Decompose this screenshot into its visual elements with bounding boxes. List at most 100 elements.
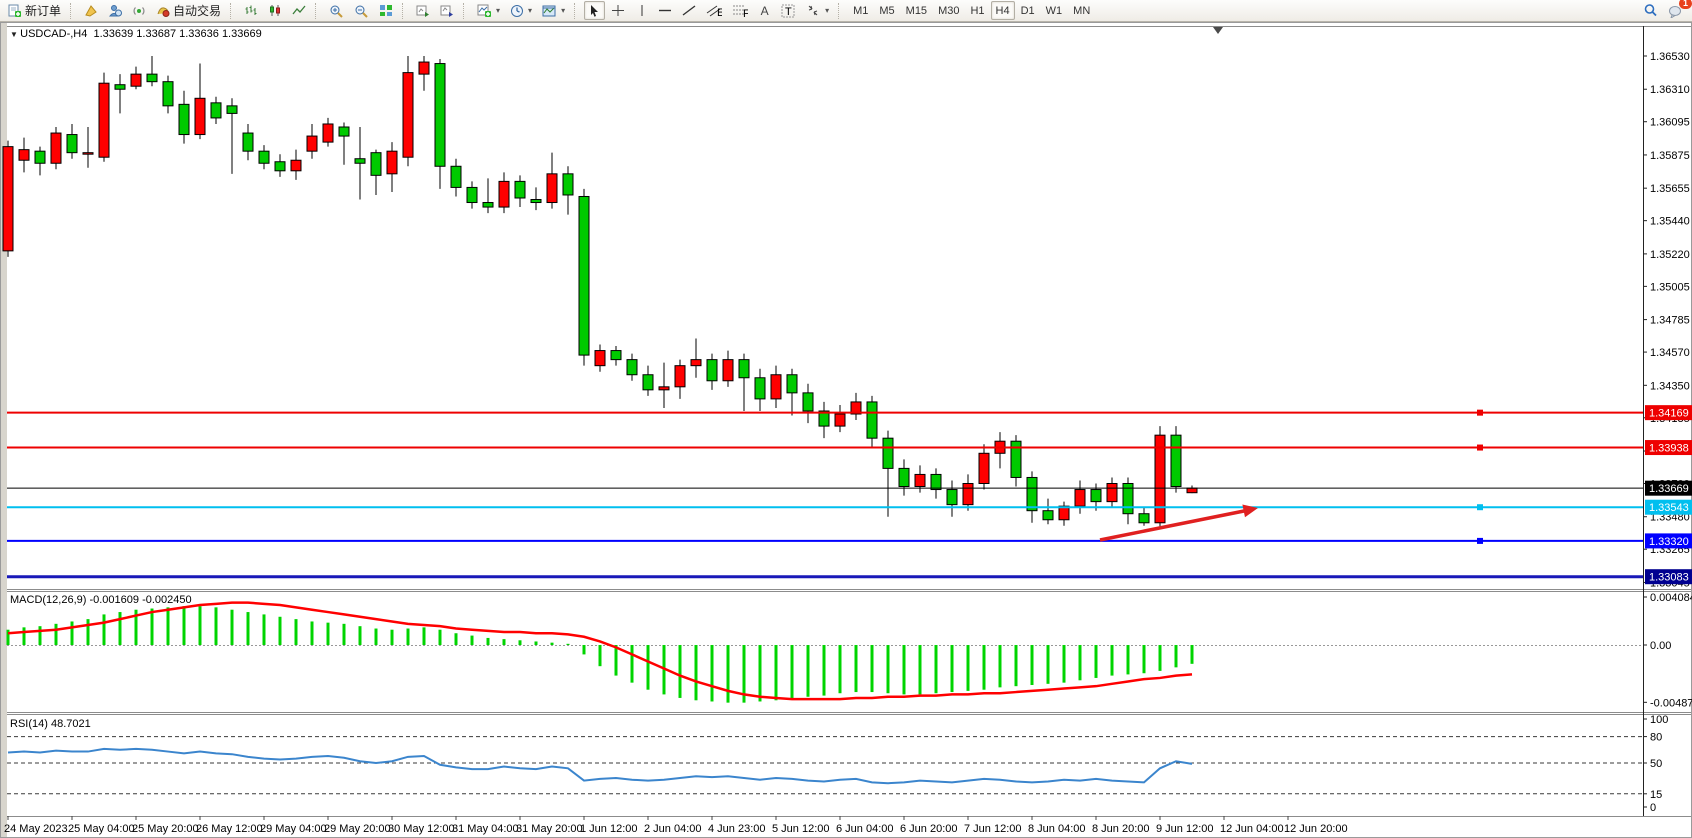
time-tick-label: 12 Jun 20:00 bbox=[1284, 823, 1348, 835]
time-tick-label: 12 Jun 04:00 bbox=[1220, 823, 1284, 835]
new-order-button[interactable]: 新订单 bbox=[4, 1, 65, 20]
candlestick bbox=[307, 136, 317, 151]
template-icon bbox=[542, 4, 557, 18]
timeframe-h4[interactable]: H4 bbox=[991, 1, 1015, 20]
timeframe-m1[interactable]: M1 bbox=[848, 1, 873, 20]
signals-button[interactable] bbox=[128, 1, 150, 20]
price-badge-label: 1.33543 bbox=[1649, 502, 1689, 514]
candlestick bbox=[339, 127, 349, 136]
templates-button[interactable]: ▾ bbox=[538, 1, 569, 20]
time-tick-label: 1 Jun 12:00 bbox=[580, 823, 638, 835]
candlestick bbox=[19, 150, 29, 161]
fibonacci-icon: F bbox=[732, 4, 748, 17]
candlestick bbox=[35, 151, 45, 163]
candlestick bbox=[867, 402, 877, 438]
time-tick-label: 8 Jun 20:00 bbox=[1092, 823, 1150, 835]
add-indicator-button[interactable]: ▾ bbox=[473, 1, 504, 20]
profile-button[interactable] bbox=[104, 1, 126, 20]
step-forward-button[interactable] bbox=[436, 1, 458, 20]
zoom-out-button[interactable] bbox=[350, 1, 373, 20]
symbol-dropdown-arrow[interactable]: ▼ bbox=[10, 30, 20, 39]
cursor-tool-button[interactable] bbox=[584, 1, 605, 20]
arrows-tool-button[interactable]: ▾ bbox=[802, 1, 833, 20]
candlestick bbox=[515, 181, 525, 198]
rsi-indicator-label: RSI(14) 48.7021 bbox=[10, 718, 91, 730]
timeframe-d1[interactable]: D1 bbox=[1016, 1, 1040, 20]
hline-tool-button[interactable] bbox=[654, 1, 676, 20]
search-icon bbox=[1643, 3, 1658, 18]
line-chart-button[interactable] bbox=[288, 1, 310, 20]
add-indicator-icon bbox=[477, 4, 492, 18]
autotrading-button[interactable]: 自动交易 bbox=[152, 1, 225, 20]
candlestick bbox=[179, 104, 189, 134]
timeframe-m15[interactable]: M15 bbox=[901, 1, 932, 20]
chart-step-end-icon bbox=[440, 4, 454, 17]
tile-windows-button[interactable] bbox=[375, 1, 397, 20]
label-tool-button[interactable]: T bbox=[777, 1, 800, 20]
timeframe-m5[interactable]: M5 bbox=[874, 1, 899, 20]
candlestick bbox=[403, 73, 413, 158]
autotrading-icon bbox=[156, 4, 170, 17]
price-tick-label: 1.34570 bbox=[1650, 347, 1690, 359]
time-tick-label: 25 May 04:00 bbox=[68, 823, 135, 835]
price-line-handle[interactable] bbox=[1477, 410, 1483, 416]
candlestick bbox=[435, 64, 445, 167]
timeframe-m30[interactable]: M30 bbox=[933, 1, 964, 20]
candlestick bbox=[755, 378, 765, 399]
zoom-in-button[interactable] bbox=[325, 1, 348, 20]
time-tick-label: 31 May 20:00 bbox=[516, 823, 583, 835]
price-tick-label: 1.36530 bbox=[1650, 51, 1690, 63]
tile-windows-icon bbox=[379, 4, 393, 17]
signal-icon bbox=[132, 4, 146, 17]
timeframe-mn[interactable]: MN bbox=[1068, 1, 1095, 20]
time-tick-label: 9 Jun 12:00 bbox=[1156, 823, 1214, 835]
crosshair-tool-button[interactable] bbox=[607, 1, 629, 20]
chart-canvas[interactable]: 1.365301.363101.360951.358751.356551.354… bbox=[0, 22, 1692, 838]
candle-chart-button[interactable] bbox=[264, 1, 286, 20]
price-line-handle[interactable] bbox=[1477, 538, 1483, 544]
timeframe-w1[interactable]: W1 bbox=[1041, 1, 1068, 20]
bar-chart-button[interactable] bbox=[240, 1, 262, 20]
trendline-tool-button[interactable] bbox=[678, 1, 700, 20]
fibonacci-tool-button[interactable]: F bbox=[728, 1, 752, 20]
candlestick bbox=[707, 360, 717, 381]
svg-text:F: F bbox=[743, 8, 748, 17]
vline-tool-button[interactable] bbox=[631, 1, 652, 20]
candlestick bbox=[723, 360, 733, 381]
price-tick-label: 1.34350 bbox=[1650, 380, 1690, 392]
price-tick-label: 1.36095 bbox=[1650, 117, 1690, 129]
time-tick-label: 25 May 20:00 bbox=[132, 823, 199, 835]
channel-tool-button[interactable]: E bbox=[702, 1, 726, 20]
candlestick bbox=[627, 360, 637, 375]
price-line-handle[interactable] bbox=[1477, 504, 1483, 510]
price-badge-label: 1.33320 bbox=[1649, 536, 1689, 548]
candlestick bbox=[739, 360, 749, 378]
time-tick-label: 6 Jun 04:00 bbox=[836, 823, 894, 835]
candlestick bbox=[979, 453, 989, 483]
price-tick-label: 1.35005 bbox=[1650, 281, 1690, 293]
zoom-out-icon bbox=[354, 4, 369, 18]
time-tick-label: 29 May 04:00 bbox=[260, 823, 327, 835]
dropdown-caret: ▾ bbox=[496, 6, 500, 15]
favorites-button[interactable] bbox=[80, 1, 102, 20]
text-tool-button[interactable]: A bbox=[754, 1, 775, 20]
notifications-button[interactable]: 1 bbox=[1664, 1, 1688, 20]
periods-button[interactable]: ▾ bbox=[506, 1, 536, 20]
rsi-tick-label: 0 bbox=[1650, 802, 1656, 814]
candlestick bbox=[1027, 477, 1037, 510]
window-frame bbox=[1, 23, 1692, 838]
candlestick bbox=[531, 200, 541, 203]
timeframe-h1[interactable]: H1 bbox=[965, 1, 989, 20]
ohlc-values: 1.33639 1.33687 1.33636 1.33669 bbox=[87, 28, 261, 40]
toolbar-separator bbox=[838, 3, 843, 19]
rsi-tick-label: 100 bbox=[1650, 714, 1668, 726]
candlestick bbox=[1107, 483, 1117, 501]
chart-window[interactable]: 1.365301.363101.360951.358751.356551.354… bbox=[0, 22, 1692, 838]
search-button[interactable] bbox=[1639, 1, 1662, 20]
toolbar-separator bbox=[230, 3, 235, 19]
toolbar-separator bbox=[574, 3, 579, 19]
bookmark-icon bbox=[84, 4, 98, 17]
price-line-handle[interactable] bbox=[1477, 445, 1483, 451]
candlestick bbox=[579, 196, 589, 355]
step-back-button[interactable] bbox=[412, 1, 434, 20]
